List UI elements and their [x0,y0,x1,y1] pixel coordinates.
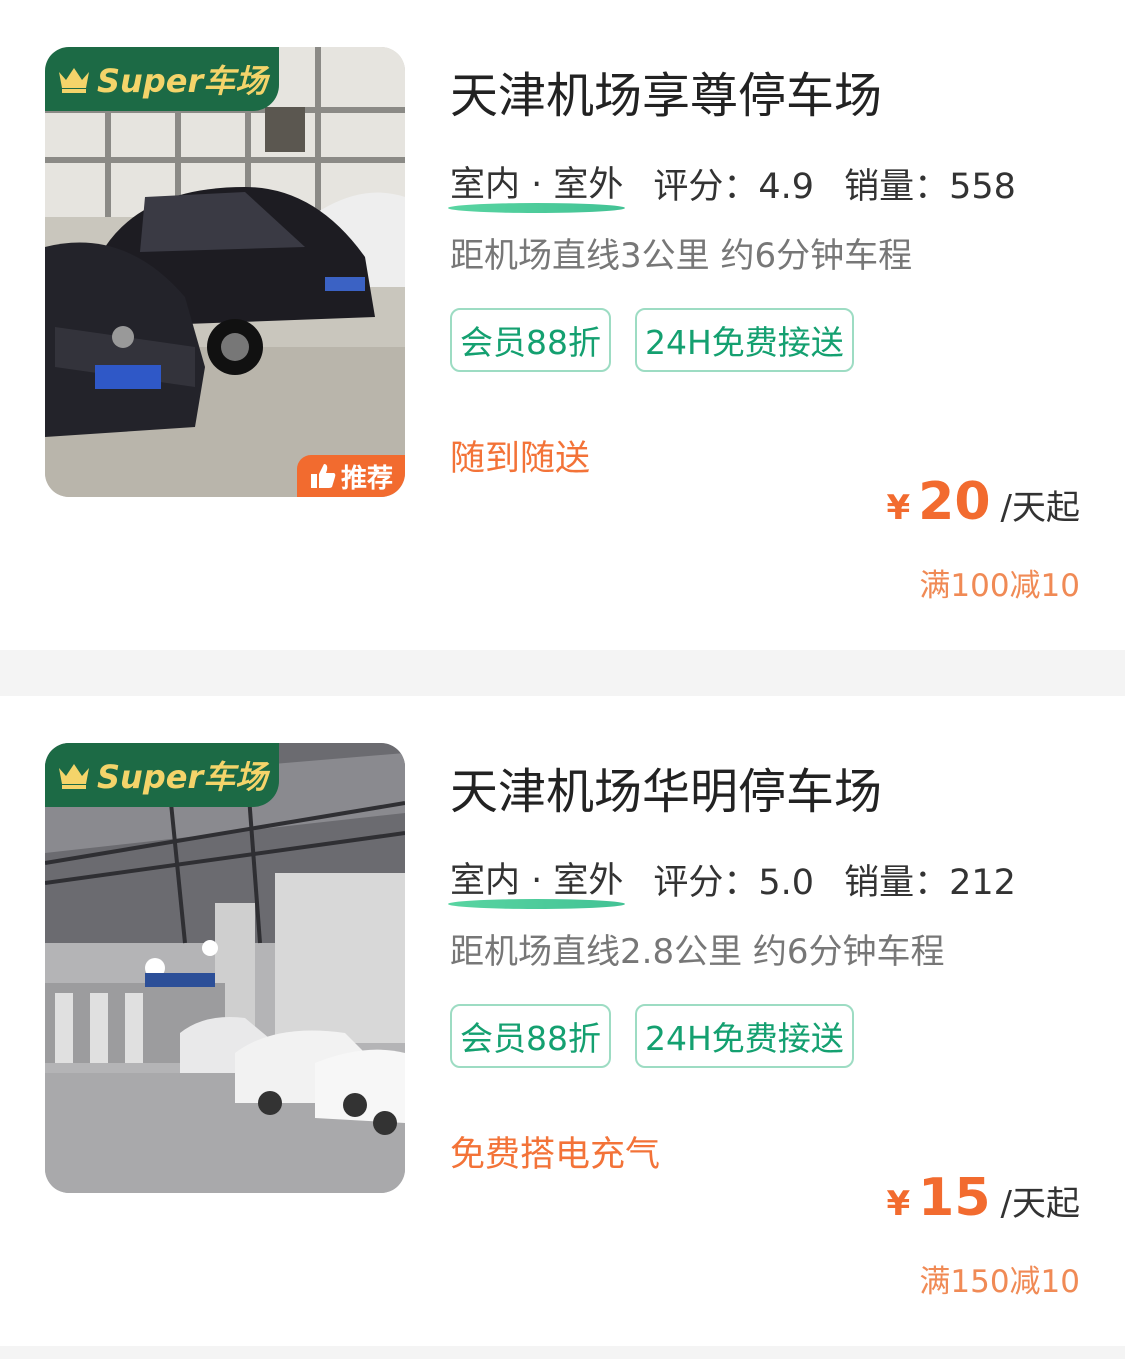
currency-symbol: ¥ [886,1184,911,1224]
price-unit: /天起 [1000,488,1080,528]
member-discount-tag: 会员88折 [450,308,611,372]
environment-label: 室内 · 室外 [447,852,626,909]
crown-icon [59,68,89,93]
free-shuttle-tag: 24H免费接送 [635,308,854,372]
recommend-label: 推荐 [340,463,393,494]
coupon-discount: 满100减10 [919,568,1080,604]
sales-text: 销量：558 [844,167,1016,207]
super-lot-badge: Super车场 [45,743,279,807]
service-text: 免费搭电充气 [450,1135,661,1175]
thumbs-up-icon [310,464,336,488]
price-amount: 20 [918,472,991,532]
lot-photo[interactable]: Super车场 [45,743,405,1193]
free-shuttle-tag: 24H免费接送 [635,1004,854,1068]
lot-name[interactable]: 天津机场华明停车场 [450,752,882,822]
distance-text: 距机场直线3公里 约6分钟车程 [450,236,913,276]
rating-text: 评分：4.9 [653,167,815,207]
card-divider [0,1346,1125,1359]
lot-meta: 室内 · 室外 评分：5.0 销量：212 [447,852,1016,909]
recommend-badge: 推荐 [297,455,405,497]
currency-symbol: ¥ [886,488,911,528]
environment-label: 室内 · 室外 [447,156,626,213]
sales-text: 销量：212 [844,863,1016,903]
lot-photo[interactable]: Super车场 推荐 [45,47,405,497]
lot-name[interactable]: 天津机场享尊停车场 [450,56,882,126]
parking-lot-card[interactable]: Super车场 推荐 天津机场享尊停车场 室内 · 室外 评分：4.9 销量：5… [0,0,1125,650]
lot-meta: 室内 · 室外 评分：4.9 销量：558 [447,156,1016,213]
service-text: 随到随送 [450,439,591,479]
parking-lot-card[interactable]: Super车场 天津机场华明停车场 室内 · 室外 评分：5.0 销量：212 … [0,696,1125,1346]
parking-lot-list: Super车场 推荐 天津机场享尊停车场 室内 · 室外 评分：4.9 销量：5… [0,0,1125,1359]
rating-text: 评分：5.0 [653,863,815,903]
coupon-discount: 满150减10 [919,1264,1080,1300]
member-discount-tag: 会员88折 [450,1004,611,1068]
super-lot-badge: Super车场 [45,47,279,111]
price-unit: /天起 [1000,1184,1080,1224]
distance-text: 距机场直线2.8公里 约6分钟车程 [450,932,945,972]
tag-list: 会员88折 24H免费接送 [450,1004,854,1068]
card-divider [0,650,1125,696]
price: ¥ 15 /天起 [886,1168,1080,1228]
garage-photo-image [45,743,405,1193]
price-amount: 15 [918,1168,991,1228]
crown-icon [59,764,89,789]
super-badge-label: Super车场 [97,758,268,796]
garage-photo-image [45,47,405,497]
tag-list: 会员88折 24H免费接送 [450,308,854,372]
price: ¥ 20 /天起 [886,472,1080,532]
super-badge-label: Super车场 [97,62,268,100]
